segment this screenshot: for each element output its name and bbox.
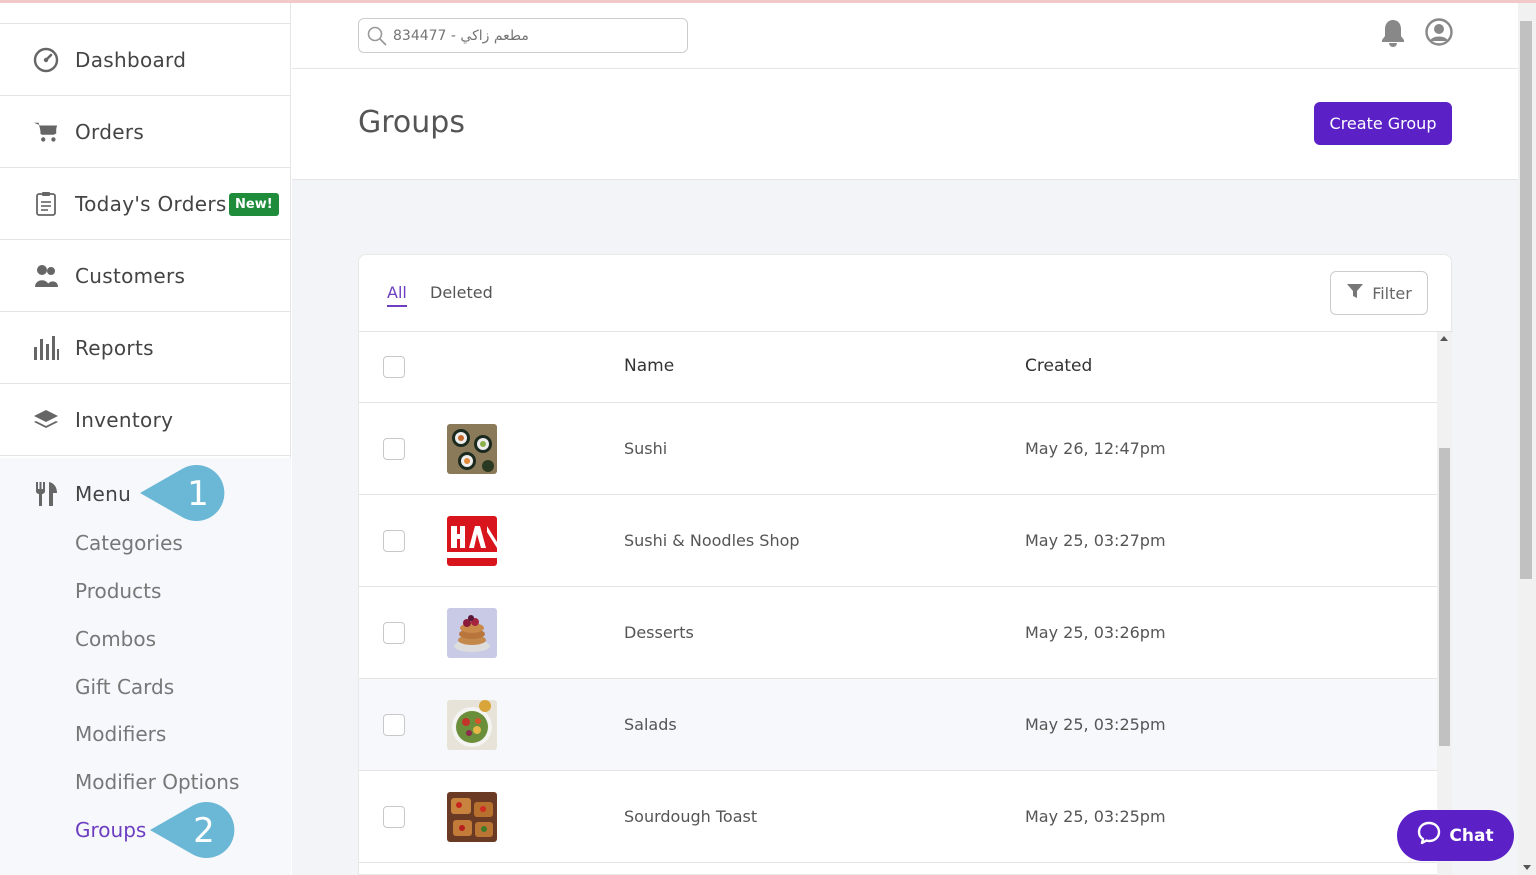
group-thumbnail-toast	[447, 792, 497, 842]
table-row[interactable]: Sushi May 26, 12:47pm	[359, 403, 1437, 495]
new-badge: New!	[229, 193, 279, 216]
row-checkbox[interactable]	[383, 622, 405, 644]
page-title: Groups	[358, 105, 465, 140]
sidebar-item-todays-orders[interactable]: Today's Orders New!	[0, 168, 291, 240]
select-all-checkbox[interactable]	[383, 356, 405, 378]
sidebar-subitem-modifier-options[interactable]: Modifier Options	[75, 770, 239, 794]
sidebar-item-label: Customers	[75, 263, 186, 288]
fork-knife-icon	[33, 481, 59, 507]
group-thumbnail-salads	[447, 700, 497, 750]
table-row[interactable]: Desserts May 25, 03:26pm	[359, 587, 1437, 679]
row-checkbox[interactable]	[383, 438, 405, 460]
user-avatar-icon[interactable]	[1425, 18, 1453, 50]
clipboard-icon	[33, 191, 59, 217]
group-thumbnail-desserts	[447, 608, 497, 658]
group-created-date: May 26, 12:47pm	[1025, 439, 1166, 458]
sidebar-item-label: Menu	[75, 482, 132, 506]
scroll-down-arrow-icon[interactable]	[1523, 865, 1531, 870]
group-name[interactable]: Salads	[624, 715, 677, 734]
table-scrollbar-thumb[interactable]	[1439, 448, 1450, 746]
dashboard-gauge-icon	[33, 47, 59, 73]
sidebar-item-customers[interactable]: Customers	[0, 240, 291, 312]
group-thumbnail-shop-logo	[447, 516, 497, 566]
page-scrollbar[interactable]	[1518, 3, 1536, 875]
group-created-date: May 25, 03:25pm	[1025, 715, 1166, 734]
cart-icon	[33, 119, 59, 145]
tab-deleted[interactable]: Deleted	[430, 283, 493, 302]
chat-label: Chat	[1449, 825, 1494, 846]
sidebar-item-reports[interactable]: Reports	[0, 312, 291, 384]
sidebar-subitem-products[interactable]: Products	[75, 579, 161, 603]
group-name[interactable]: Desserts	[624, 623, 694, 642]
sidebar-item-orders[interactable]: Orders	[0, 96, 291, 168]
filter-funnel-icon	[1346, 283, 1364, 303]
page-scrollbar-thumb[interactable]	[1520, 21, 1532, 579]
group-created-date: May 25, 03:27pm	[1025, 531, 1166, 550]
notification-bell-icon[interactable]	[1380, 18, 1406, 52]
callout-number: 2	[193, 811, 215, 851]
group-name[interactable]: Sushi	[624, 439, 667, 458]
row-checkbox[interactable]	[383, 806, 405, 828]
top-bar	[292, 3, 1518, 69]
sidebar-subitem-groups[interactable]: Groups	[75, 818, 146, 842]
sidebar: Dashboard Orders Today's Orders New! Cus…	[0, 3, 291, 875]
groups-card: All Deleted Filter Name Created Sushi Ma…	[358, 254, 1453, 875]
group-created-date: May 25, 03:26pm	[1025, 623, 1166, 642]
table-scrollbar[interactable]	[1437, 332, 1452, 875]
sidebar-subitem-gift-cards[interactable]: Gift Cards	[75, 675, 174, 699]
row-checkbox[interactable]	[383, 714, 405, 736]
page-header: Groups Create Group	[292, 69, 1518, 180]
sidebar-subitem-categories[interactable]: Categories	[75, 531, 183, 555]
filter-label: Filter	[1372, 283, 1412, 303]
chat-button[interactable]: Chat	[1397, 810, 1514, 861]
group-name[interactable]: Sourdough Toast	[624, 807, 757, 826]
scroll-up-arrow-icon[interactable]	[1440, 336, 1448, 341]
sidebar-item-label: Reports	[75, 335, 154, 360]
tab-all[interactable]: All	[387, 283, 407, 307]
group-thumbnail-sushi	[447, 424, 497, 474]
table-row[interactable]: Salads May 25, 03:25pm	[359, 679, 1437, 771]
sidebar-subitem-combos[interactable]: Combos	[75, 627, 156, 651]
search-box[interactable]	[358, 18, 688, 53]
group-created-date: May 25, 03:25pm	[1025, 807, 1166, 826]
sidebar-item-label: Orders	[75, 119, 145, 144]
group-name[interactable]: Sushi & Noodles Shop	[624, 531, 800, 550]
table-row[interactable]: Sourdough Toast May 25, 03:25pm	[359, 771, 1437, 863]
bar-chart-icon	[33, 335, 59, 361]
sidebar-item-label: Inventory	[75, 407, 174, 432]
layers-icon	[33, 407, 59, 433]
tabs-bar: All Deleted Filter	[359, 255, 1453, 332]
callout-number: 1	[187, 474, 209, 514]
callout-marker-2: 2	[150, 802, 235, 858]
create-group-button[interactable]: Create Group	[1314, 102, 1452, 145]
sidebar-item-inventory[interactable]: Inventory	[0, 384, 291, 456]
customers-icon	[33, 263, 59, 289]
table-row[interactable]: Sushi & Noodles Shop May 25, 03:27pm	[359, 495, 1437, 587]
chat-bubble-icon	[1417, 821, 1441, 850]
sidebar-subitem-modifiers[interactable]: Modifiers	[75, 722, 166, 746]
table-header: Name Created	[359, 332, 1437, 403]
filter-button[interactable]: Filter	[1330, 271, 1428, 315]
callout-marker-1: 1	[140, 465, 225, 521]
sidebar-item-label: Today's Orders	[75, 191, 227, 216]
sidebar-item-label: Dashboard	[75, 47, 187, 72]
search-input[interactable]	[393, 25, 673, 47]
column-header-created[interactable]: Created	[1025, 356, 1092, 376]
sidebar-item-dashboard[interactable]: Dashboard	[0, 24, 291, 96]
column-header-name[interactable]: Name	[624, 356, 674, 376]
row-checkbox[interactable]	[383, 530, 405, 552]
search-icon	[367, 26, 387, 50]
